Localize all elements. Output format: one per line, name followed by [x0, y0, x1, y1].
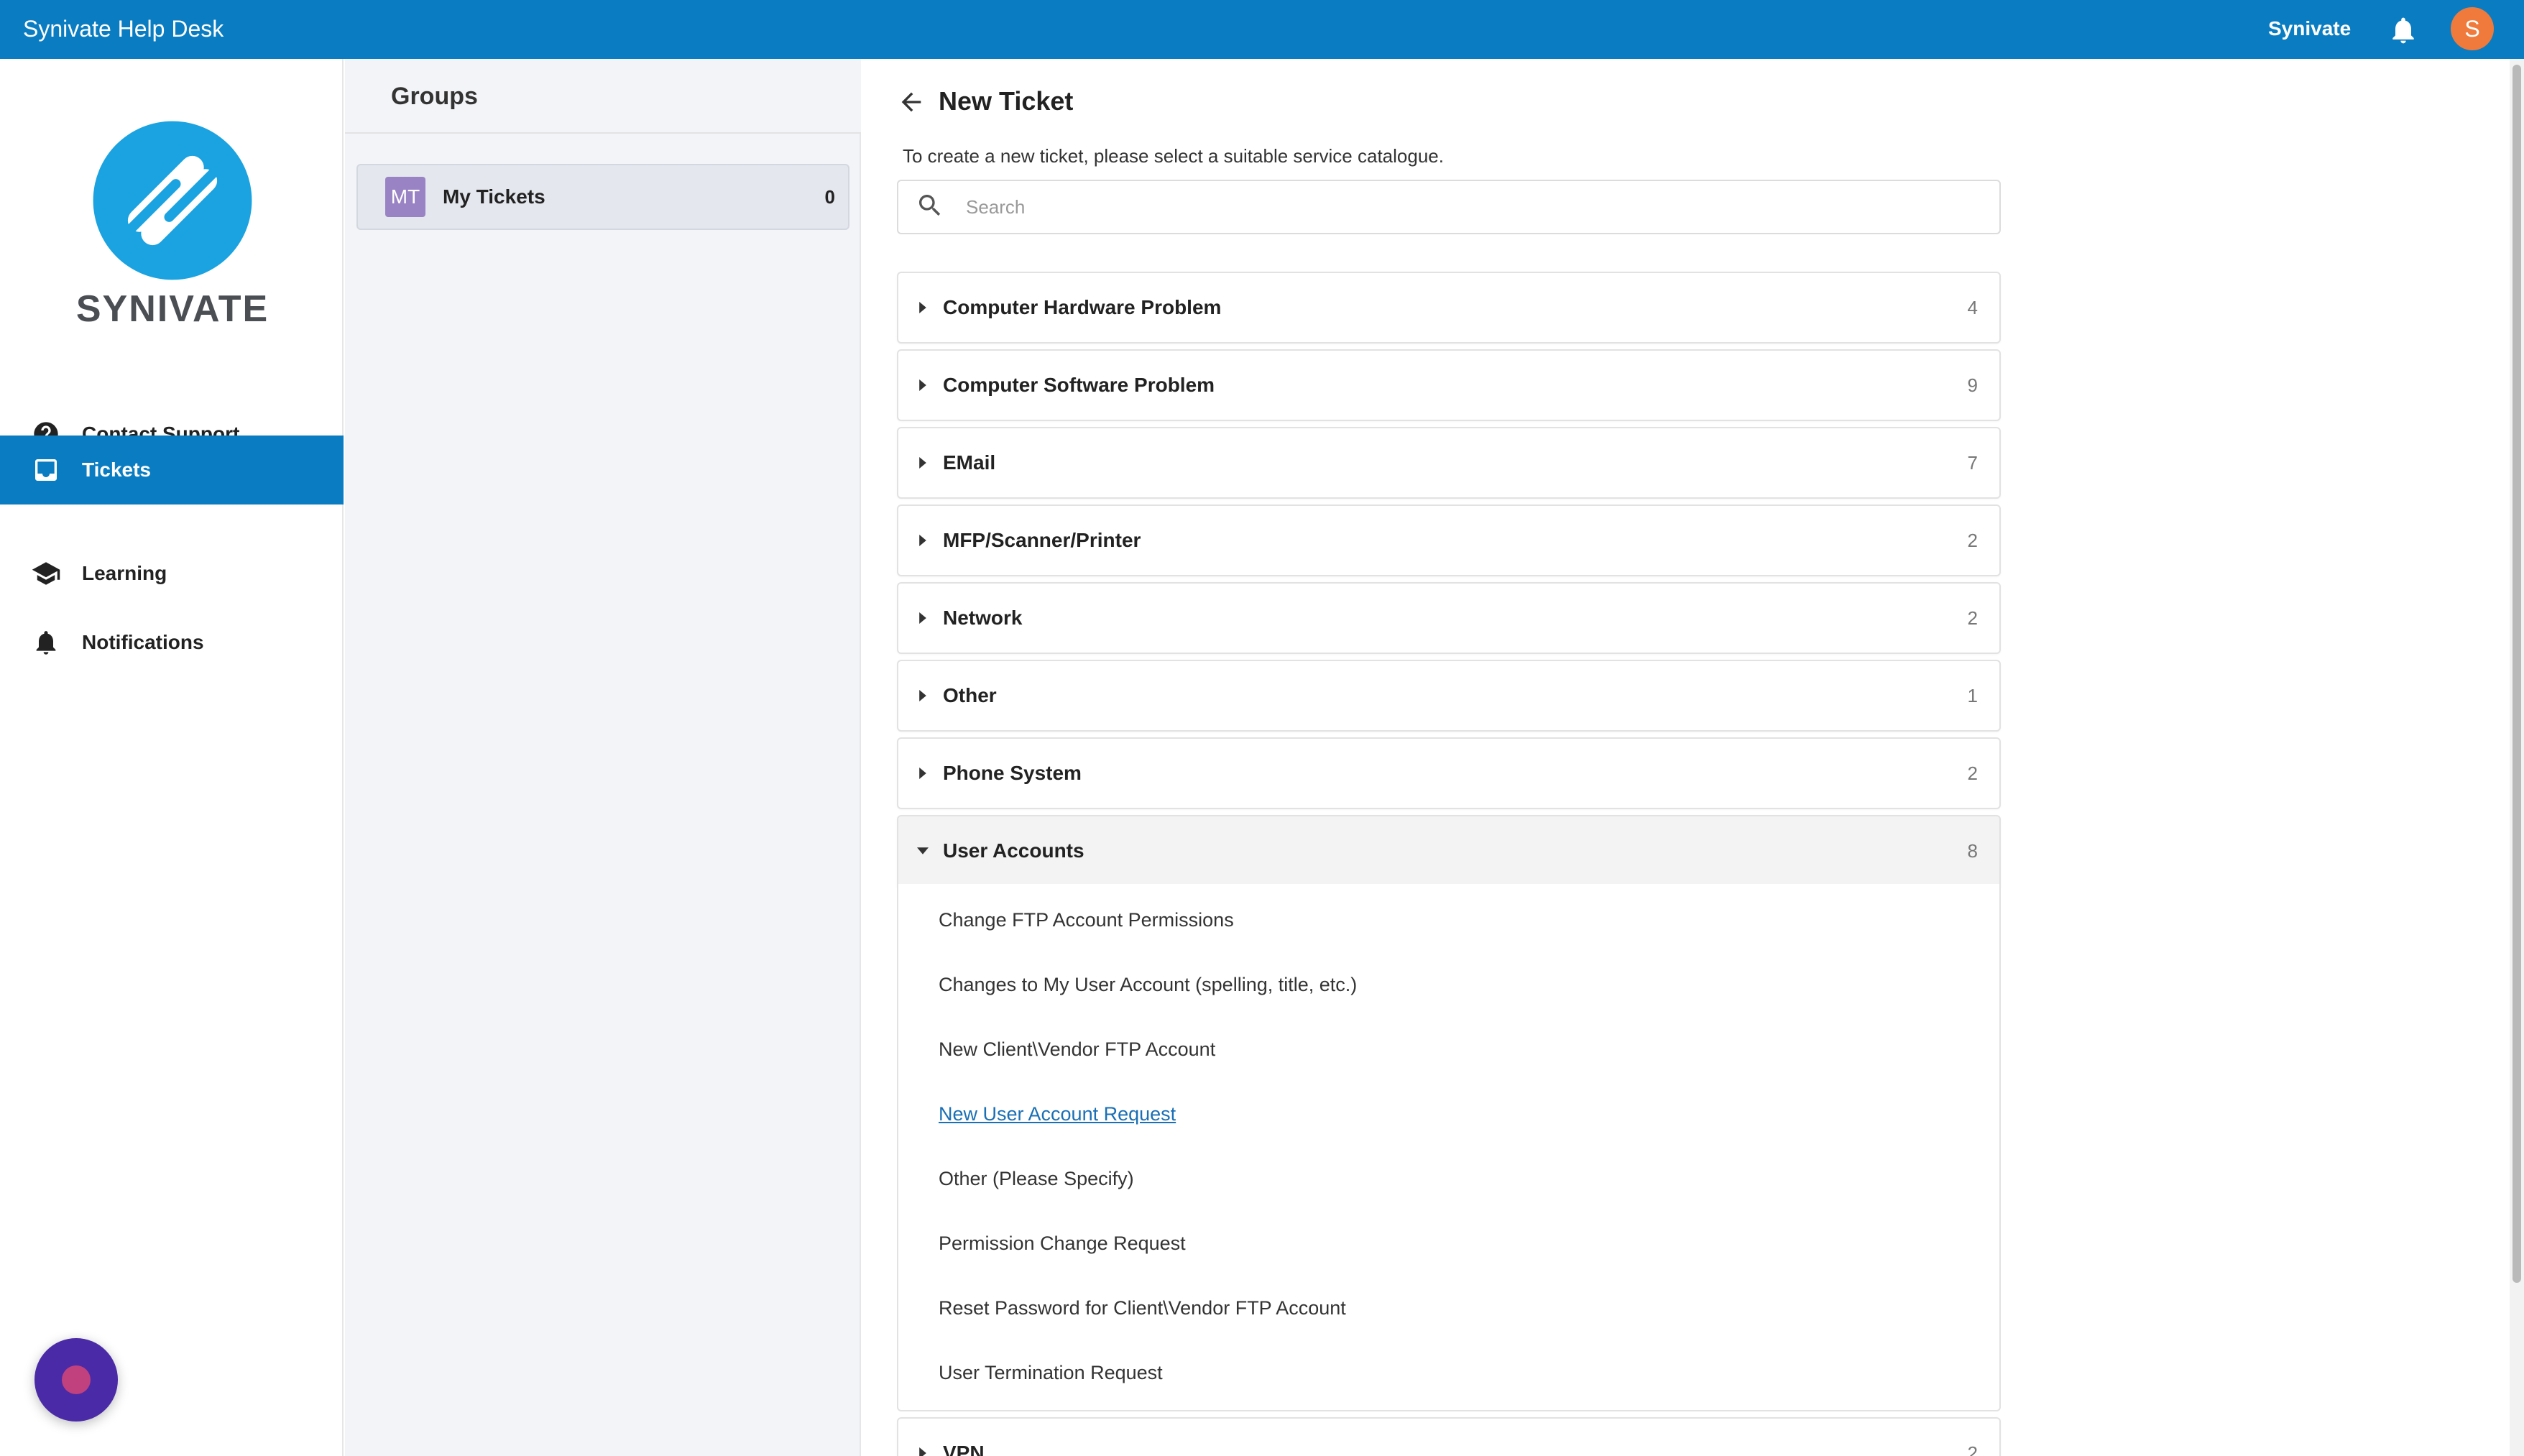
category-count: 1 [1967, 684, 1978, 706]
groups-title: Groups [391, 83, 478, 110]
category-user-accounts[interactable]: User Accounts 8 [897, 815, 2001, 887]
category-computer-hardware-problem[interactable]: Computer Hardware Problem 4 [897, 272, 2001, 344]
category-count: 2 [1967, 1442, 1978, 1456]
caret-right-icon [917, 690, 929, 701]
group-badge: MT [385, 177, 425, 217]
search-icon [916, 191, 947, 223]
synivate-logo: SYNIVATE [73, 118, 272, 333]
category-count: 4 [1967, 296, 1978, 318]
bell-icon [30, 627, 62, 658]
user-avatar[interactable]: S [2451, 7, 2494, 50]
chat-widget-button[interactable] [34, 1338, 118, 1422]
catalogue-item-hovered[interactable]: New User Account Request [939, 1100, 1176, 1128]
caret-right-icon [917, 612, 929, 624]
category-mfp-scanner-printer[interactable]: MFP/Scanner/Printer 2 [897, 504, 2001, 576]
chat-dot-icon [62, 1365, 91, 1394]
graduation-cap-icon [30, 558, 62, 589]
catalogue-item[interactable]: Change FTP Account Permissions [939, 906, 1234, 934]
catalogue-search[interactable] [897, 180, 2001, 234]
caret-down-icon [917, 845, 929, 857]
search-input[interactable] [966, 195, 1900, 218]
back-arrow-icon[interactable] [897, 88, 926, 116]
category-name: EMail [943, 451, 996, 474]
category-count: 8 [1967, 839, 1978, 862]
group-name: My Tickets [443, 185, 545, 208]
group-item-my-tickets[interactable]: MT My Tickets 0 [356, 164, 849, 230]
category-network[interactable]: Network 2 [897, 582, 2001, 654]
category-email[interactable]: EMail 7 [897, 427, 2001, 499]
category-name: Computer Software Problem [943, 374, 1215, 396]
caret-right-icon [917, 535, 929, 546]
sidebar-item-tickets[interactable]: Tickets [0, 436, 344, 504]
logo-wordmark: SYNIVATE [75, 288, 270, 330]
category-count: 2 [1967, 762, 1978, 784]
sidebar: SYNIVATE Contact Support Tickets Learnin… [0, 59, 344, 1456]
sidebar-item-notifications[interactable]: Notifications [0, 608, 344, 677]
caret-right-icon [917, 1447, 929, 1456]
category-count: 2 [1967, 529, 1978, 551]
groups-header: Groups [345, 59, 861, 134]
category-count: 2 [1967, 607, 1978, 629]
top-bar: Synivate Help Desk Synivate S [0, 0, 2524, 59]
catalogue-item[interactable]: Changes to My User Account (spelling, ti… [939, 970, 1357, 999]
category-name: Computer Hardware Problem [943, 296, 1222, 318]
category-name: User Accounts [943, 839, 1084, 862]
org-name[interactable]: Synivate [2268, 0, 2351, 57]
groups-panel: Groups MT My Tickets 0 [345, 59, 861, 1456]
catalogue-item[interactable]: User Termination Request [939, 1358, 1163, 1387]
scrollbar-thumb[interactable] [2513, 65, 2521, 1283]
caret-right-icon [917, 768, 929, 779]
category-name: Other [943, 684, 997, 706]
category-vpn[interactable]: VPN 2 [897, 1417, 2001, 1456]
catalogue-item[interactable]: New Client\Vendor FTP Account [939, 1035, 1215, 1064]
category-name: Phone System [943, 762, 1082, 784]
catalogue-item[interactable]: Reset Password for Client\Vendor FTP Acc… [939, 1294, 1346, 1322]
category-phone-system[interactable]: Phone System 2 [897, 737, 2001, 809]
sidebar-item-label: Tickets [82, 459, 151, 481]
main-content: New Ticket To create a new ticket, pleas… [862, 59, 2510, 1456]
page-subtitle: To create a new ticket, please select a … [903, 145, 1444, 167]
user-accounts-list: Change FTP Account Permissions Changes t… [897, 884, 2001, 1411]
category-name: MFP/Scanner/Printer [943, 529, 1141, 551]
category-computer-software-problem[interactable]: Computer Software Problem 9 [897, 349, 2001, 421]
caret-right-icon [917, 457, 929, 469]
sidebar-item-label: Learning [82, 562, 167, 584]
group-count: 0 [824, 185, 835, 208]
bell-icon[interactable] [2387, 14, 2419, 46]
caret-right-icon [917, 379, 929, 391]
inbox-icon [30, 454, 62, 486]
catalogue-item[interactable]: Permission Change Request [939, 1229, 1186, 1258]
category-other[interactable]: Other 1 [897, 660, 2001, 732]
category-name: VPN [943, 1442, 985, 1456]
app-title: Synivate Help Desk [23, 16, 224, 42]
sidebar-item-label: Notifications [82, 631, 204, 653]
category-name: Network [943, 607, 1023, 629]
catalogue-item[interactable]: Other (Please Specify) [939, 1164, 1134, 1193]
page-title: New Ticket [939, 86, 1074, 116]
category-count: 7 [1967, 451, 1978, 474]
category-count: 9 [1967, 374, 1978, 396]
sidebar-item-learning[interactable]: Learning [0, 539, 344, 608]
caret-right-icon [917, 302, 929, 313]
